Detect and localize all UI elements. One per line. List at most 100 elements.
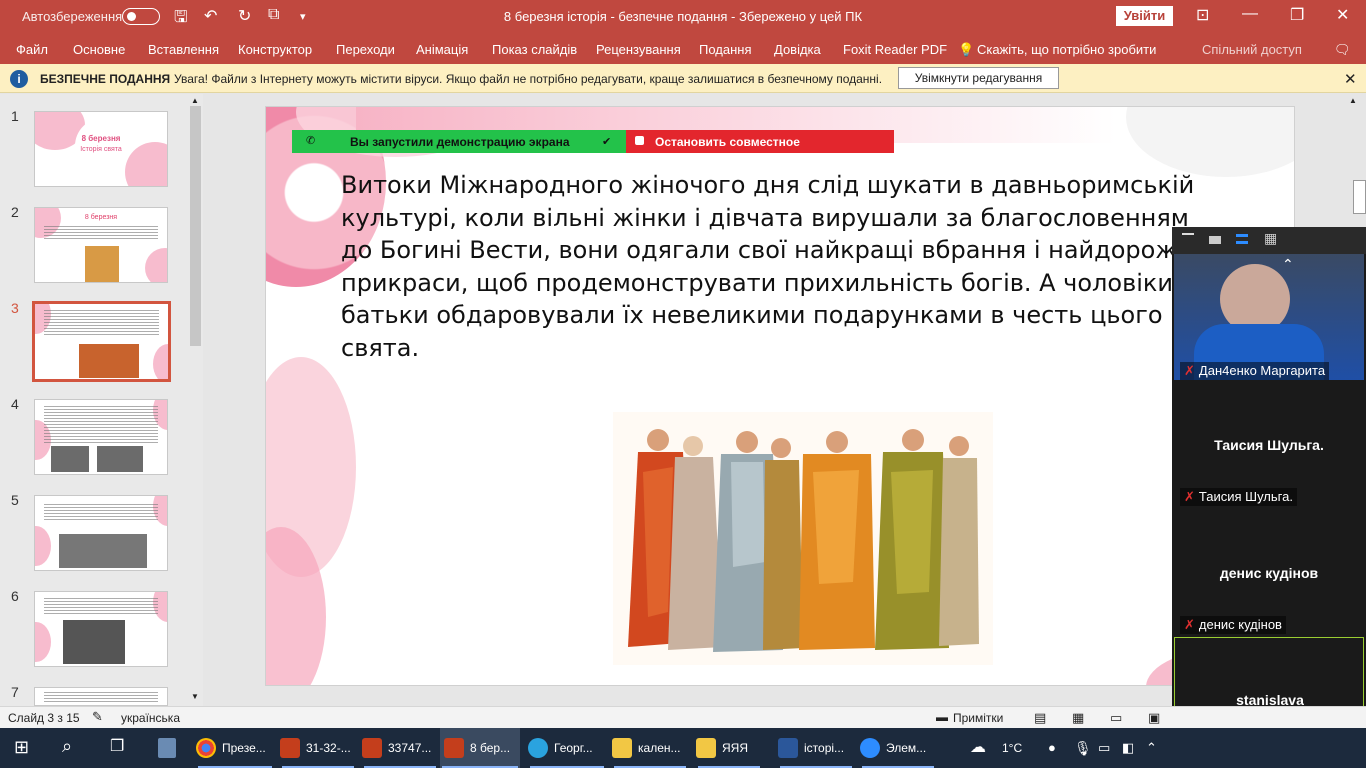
minimize-icon[interactable]: — <box>1242 5 1258 23</box>
tab-design[interactable]: Конструктор <box>238 42 312 57</box>
tab-file[interactable]: Файл <box>16 42 48 57</box>
slide-text-line: прикраси, щоб продемонструвати прихильні… <box>341 268 1188 297</box>
strip-view-icon[interactable] <box>1236 234 1248 244</box>
customize-qat-icon[interactable]: ▾ <box>300 10 306 23</box>
slide-number: 2 <box>11 204 19 220</box>
slide-number: 3 <box>11 300 19 316</box>
taskbar-label: 31-32-... <box>306 741 351 755</box>
language-indicator[interactable]: українська <box>121 711 180 725</box>
tab-foxit[interactable]: Foxit Reader PDF <box>843 42 947 57</box>
tab-home[interactable]: Основне <box>73 42 125 57</box>
weather-temp[interactable]: 1°C <box>1002 728 1022 768</box>
slide-number: 1 <box>11 108 19 124</box>
ribbon-tabs: Файл Основне Вставлення Конструктор Пере… <box>0 34 1366 64</box>
app-tray-icon[interactable]: ◧ <box>1122 728 1134 768</box>
zoom-tray-icon[interactable]: ▭ <box>1098 728 1110 768</box>
notification-icon[interactable]: ● <box>1048 728 1056 768</box>
signin-button[interactable]: Увійти <box>1116 6 1173 26</box>
slide-counter: Слайд 3 з 15 <box>8 711 80 725</box>
taskbar-ppt-1[interactable]: 31-32-... <box>280 728 356 768</box>
enable-editing-button[interactable]: Увімкнути редагування <box>898 67 1059 89</box>
status-bar: Слайд 3 з 15 ✎ українська ▬ Примітки ▤ ▦… <box>0 706 1366 728</box>
undo-icon[interactable]: ↶ <box>204 6 217 26</box>
tab-help[interactable]: Довідка <box>774 42 821 57</box>
editor-scroll-up-icon[interactable]: ▲ <box>1349 96 1357 105</box>
current-slide[interactable]: Витоки Міжнародного жіночого дня слід шу… <box>265 106 1295 686</box>
taskbar-folder-2[interactable]: ЯЯЯ <box>696 728 762 768</box>
tab-transitions[interactable]: Переходи <box>336 42 395 57</box>
redo-icon[interactable]: ↻ <box>238 6 251 26</box>
slides-panel-scrollbar[interactable]: ▲ ▼ <box>188 94 203 706</box>
calculator-icon[interactable] <box>158 738 176 758</box>
slide-body-text[interactable]: Витоки Міжнародного жіночого дня слід шу… <box>341 169 1221 364</box>
taskbar-ppt-2[interactable]: 33747... <box>362 728 438 768</box>
protected-view-title: БЕЗПЕЧНЕ ПОДАННЯ <box>40 72 171 86</box>
participant-tile[interactable]: денис кудінов ✗ денис кудінов <box>1174 508 1364 636</box>
search-icon[interactable]: ⌕ <box>62 736 72 757</box>
close-icon[interactable]: ✕ <box>1336 5 1349 25</box>
task-view-icon[interactable]: ❐ <box>110 736 124 756</box>
comments-icon[interactable]: 🗨 <box>1334 42 1351 58</box>
tell-me-search[interactable]: Скажіть, що потрібно зробити <box>977 42 1156 57</box>
taskbar-label: 8 бер... <box>470 741 511 755</box>
phone-icon: ✆ <box>306 135 316 147</box>
document-title: 8 березня історія - безпечне подання - З… <box>503 9 863 24</box>
slide-illustration[interactable] <box>613 412 993 665</box>
tab-slideshow[interactable]: Показ слайдів <box>492 42 577 57</box>
notes-icon: ▬ <box>936 710 948 724</box>
participant-tile[interactable]: Таисия Шульга. ✗ Таисия Шульга. <box>1174 380 1364 508</box>
save-icon[interactable]: 🖫 <box>174 6 188 33</box>
muted-mic-icon: ✗ <box>1184 617 1195 632</box>
chrome-icon <box>196 738 216 758</box>
tab-view[interactable]: Подання <box>699 42 752 57</box>
shield-check-icon: ✔ <box>602 136 612 148</box>
powerpoint-icon <box>362 738 382 758</box>
participant-video[interactable]: ⌃ ✗ Дан4енко Маргарита <box>1174 254 1364 380</box>
taskbar-zoom[interactable]: Элем... <box>860 728 936 768</box>
speaker-view-icon[interactable] <box>1209 236 1221 244</box>
protected-view-message: Увага! Файли з Інтернету можуть містити … <box>174 72 883 86</box>
share-status: ✆ Вы запустили демонстрацию экрана ✔ <box>292 130 628 153</box>
tab-review[interactable]: Рецензування <box>596 42 681 57</box>
thumb-title: 8 березня <box>81 134 121 143</box>
close-bar-icon[interactable]: ✕ <box>1344 70 1357 88</box>
share-button[interactable]: Спільний доступ <box>1202 42 1302 57</box>
normal-view-icon[interactable]: ▤ <box>1034 710 1046 726</box>
scroll-thumb[interactable] <box>190 106 201 346</box>
windows-start-icon[interactable]: ⊞ <box>14 737 29 758</box>
ribbon-display-icon[interactable]: ⊡ <box>1196 5 1209 25</box>
slide-text-line: культурі, коли вільні жінки і дівчата ви… <box>341 203 1189 232</box>
taskbar-word[interactable]: історі... <box>778 728 854 768</box>
slide-sorter-icon[interactable]: ▦ <box>1072 710 1084 726</box>
scroll-down-icon[interactable]: ▼ <box>191 692 199 701</box>
taskbar-label: 33747... <box>388 741 432 755</box>
from-beginning-icon[interactable]: ⧉ <box>268 6 279 24</box>
weather-icon[interactable]: ☁ <box>970 728 986 768</box>
tray-overflow-icon[interactable]: ⌃ <box>1146 728 1157 768</box>
taskbar-label: історі... <box>804 741 845 755</box>
tab-insert[interactable]: Вставлення <box>148 42 219 57</box>
taskbar-ppt-active[interactable]: 8 бер... <box>440 728 520 768</box>
scroll-up-icon[interactable]: ▲ <box>191 96 199 105</box>
slideshow-icon[interactable]: ▣ <box>1148 710 1160 726</box>
gallery-view-icon[interactable]: ▦ <box>1264 230 1277 247</box>
taskbar-chrome[interactable]: Презе... <box>196 728 274 768</box>
taskbar-telegram[interactable]: Георг... <box>528 728 606 768</box>
autosave-toggle[interactable] <box>122 8 160 25</box>
chevron-up-icon[interactable]: ⌃ <box>1282 256 1294 273</box>
zoom-video-panel: ▦ ⌃ ✗ Дан4енко Маргарита Таисия Шульга. ✗… <box>1172 227 1366 768</box>
stop-share-button[interactable]: Остановить совместное использование <box>626 130 894 163</box>
tab-animations[interactable]: Анімація <box>416 42 468 57</box>
spellcheck-icon[interactable]: ✎ <box>92 709 103 725</box>
slide-text-line: до Богині Вести, вони одягали свої найкр… <box>341 236 1198 264</box>
restore-icon[interactable]: ❐ <box>1290 5 1304 25</box>
reading-view-icon[interactable]: ▭ <box>1110 710 1122 726</box>
microphone-icon[interactable]: 🎙 <box>1074 728 1092 768</box>
slide-number: 5 <box>11 492 19 508</box>
notes-button[interactable]: Примітки <box>953 711 1003 725</box>
taskbar-folder-1[interactable]: кален... <box>612 728 688 768</box>
minimize-video-icon[interactable] <box>1182 233 1194 241</box>
editor-scroll-thumb[interactable] <box>1353 180 1366 214</box>
telegram-icon <box>528 738 548 758</box>
screen-share-bar: ✆ Вы запустили демонстрацию экрана ✔ Ост… <box>292 130 894 163</box>
